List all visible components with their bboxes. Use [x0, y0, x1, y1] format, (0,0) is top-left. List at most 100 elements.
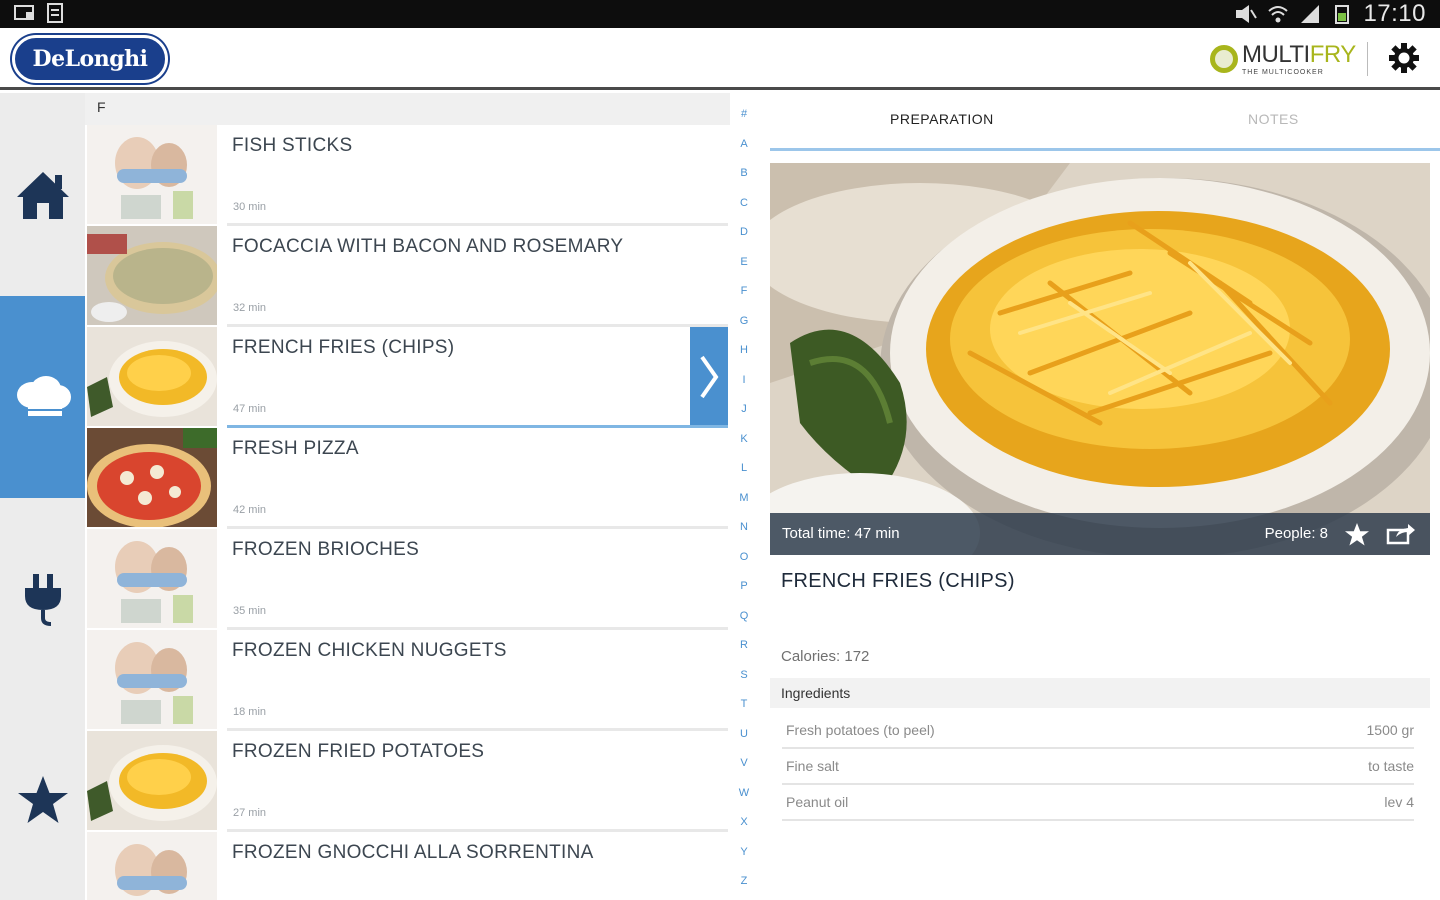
people-count: People: 8 — [1264, 525, 1328, 542]
recipe-time: 42 min — [233, 504, 267, 516]
recipe-name: FROZEN BRIOCHES — [232, 539, 420, 560]
recipe-time: 30 min — [233, 201, 267, 213]
alphabet-letter[interactable]: Y — [730, 838, 758, 868]
alphabet-letter[interactable]: K — [730, 425, 758, 455]
recipe-row-selected[interactable]: FRENCH FRIES (CHIPS) 47 min — [85, 327, 730, 428]
recipe-thumbnail — [87, 832, 217, 900]
nav-home[interactable] — [0, 93, 85, 296]
recipe-thumbnail — [87, 327, 217, 426]
nav-favorites[interactable] — [0, 700, 85, 900]
nav-appliance[interactable] — [0, 498, 85, 700]
recipe-time: 35 min — [233, 605, 267, 617]
recipe-title: FRENCH FRIES (CHIPS) — [781, 570, 1015, 592]
recipe-name: FROZEN FRIED POTATOES — [232, 741, 485, 762]
app-bar: DeLonghi MULTIFRY THE MULTICOOKER — [0, 28, 1440, 90]
chef-hat-icon — [16, 376, 71, 416]
alphabet-letter[interactable]: # — [730, 100, 758, 130]
recipe-thumbnail — [87, 226, 217, 325]
gear-icon[interactable] — [1388, 42, 1420, 74]
alphabet-letter[interactable]: D — [730, 218, 758, 248]
alphabet-letter[interactable]: V — [730, 749, 758, 779]
recipe-name: FROZEN CHICKEN NUGGETS — [232, 640, 507, 661]
delonghi-logo: DeLonghi — [12, 35, 168, 83]
alphabet-letter[interactable]: I — [730, 366, 758, 396]
recipe-name: FOCACCIA WITH BACON AND ROSEMARY — [232, 236, 624, 257]
battery-icon — [1335, 5, 1350, 24]
signal-icon — [1301, 5, 1320, 23]
section-header: F — [85, 93, 730, 125]
favorite-star-icon[interactable] — [1344, 522, 1370, 547]
alphabet-letter[interactable]: B — [730, 159, 758, 189]
recipe-thumbnail — [87, 731, 217, 830]
alphabet-letter[interactable]: P — [730, 572, 758, 602]
open-recipe-button[interactable] — [690, 327, 728, 426]
tab-preparation[interactable]: PREPARATION — [890, 111, 994, 127]
product-name-accent: FRY — [1309, 40, 1357, 68]
alphabet-letter[interactable]: N — [730, 513, 758, 543]
detail-tabs: PREPARATION NOTES — [770, 93, 1440, 151]
alphabet-letter[interactable]: E — [730, 248, 758, 278]
recipe-time: 47 min — [233, 403, 267, 415]
ingredient-qty: 1500 gr — [1366, 722, 1414, 738]
plug-icon — [24, 574, 61, 626]
screen-cast-icon — [14, 5, 34, 20]
recipe-thumbnail — [87, 529, 217, 628]
nav-recipes[interactable] — [0, 296, 85, 498]
mute-icon — [1236, 5, 1258, 23]
recipe-time: 32 min — [233, 302, 267, 314]
alphabet-letter[interactable]: T — [730, 690, 758, 720]
recipe-time: 27 min — [233, 807, 267, 819]
alphabet-letter[interactable]: L — [730, 454, 758, 484]
recipe-row[interactable]: FROZEN GNOCCHI ALLA SORRENTINA — [85, 832, 730, 900]
multifry-ring-icon — [1210, 45, 1238, 73]
status-bar: 17:10 — [0, 0, 1440, 28]
alphabet-letter[interactable]: X — [730, 808, 758, 838]
ingredient-row: Fresh potatoes (to peel) 1500 gr — [782, 713, 1414, 749]
star-icon — [17, 776, 68, 823]
recipe-row[interactable]: FISH STICKS 30 min — [85, 125, 730, 226]
alphabet-letter[interactable]: W — [730, 779, 758, 809]
alphabet-letter[interactable]: O — [730, 543, 758, 573]
product-name: MULTI — [1242, 40, 1310, 68]
recipe-thumbnail — [87, 125, 217, 224]
alphabet-letter[interactable]: U — [730, 720, 758, 750]
alphabet-letter[interactable]: F — [730, 277, 758, 307]
recipe-row[interactable]: FROZEN FRIED POTATOES 27 min — [85, 731, 730, 832]
alphabet-letter[interactable]: H — [730, 336, 758, 366]
recipe-thumbnail — [87, 428, 217, 527]
recipe-list: F FISH STICKS 30 min FOCACCIA WITH BACON… — [85, 93, 730, 900]
share-icon[interactable] — [1386, 523, 1416, 545]
alphabet-letter[interactable]: J — [730, 395, 758, 425]
tab-notes[interactable]: NOTES — [1248, 111, 1299, 127]
recipe-row[interactable]: FOCACCIA WITH BACON AND ROSEMARY 32 min — [85, 226, 730, 327]
ingredient-name: Peanut oil — [786, 794, 849, 810]
ingredient-qty: lev 4 — [1384, 794, 1414, 810]
recipe-name: FRESH PIZZA — [232, 438, 359, 459]
alphabet-letter[interactable]: R — [730, 631, 758, 661]
clock: 17:10 — [1363, 0, 1426, 27]
recipe-row[interactable]: FRESH PIZZA 42 min — [85, 428, 730, 529]
multifry-logo: MULTIFRY THE MULTICOOKER — [1210, 40, 1356, 78]
recipe-row[interactable]: FROZEN BRIOCHES 35 min — [85, 529, 730, 630]
recipe-detail: PREPARATION NOTES Total time: 47 min Peo… — [770, 93, 1440, 900]
ingredient-row: Peanut oil lev 4 — [782, 785, 1414, 821]
recipe-name: FRENCH FRIES (CHIPS) — [232, 337, 455, 358]
recipe-time: 18 min — [233, 706, 267, 718]
alphabet-letter[interactable]: G — [730, 307, 758, 337]
alphabet-letter[interactable]: C — [730, 189, 758, 219]
ingredient-name: Fine salt — [786, 758, 839, 774]
alphabet-letter[interactable]: M — [730, 484, 758, 514]
alphabet-letter[interactable]: A — [730, 130, 758, 160]
alphabet-letter[interactable]: Z — [730, 867, 758, 897]
total-time: Total time: 47 min — [782, 525, 900, 542]
alphabet-letter[interactable]: Q — [730, 602, 758, 632]
wifi-icon — [1268, 6, 1289, 23]
alphabet-letter[interactable]: S — [730, 661, 758, 691]
header-divider — [1367, 42, 1368, 76]
calories: Calories: 172 — [781, 648, 870, 665]
recipe-thumbnail — [87, 630, 217, 729]
alphabet-index[interactable]: # A B C D E F G H I J K L M N O P Q R S T U V W X Y Z — [730, 100, 758, 900]
recipe-name: FISH STICKS — [232, 135, 353, 156]
recipe-row[interactable]: FROZEN CHICKEN NUGGETS 18 min — [85, 630, 730, 731]
product-tagline: THE MULTICOOKER — [1242, 68, 1324, 76]
